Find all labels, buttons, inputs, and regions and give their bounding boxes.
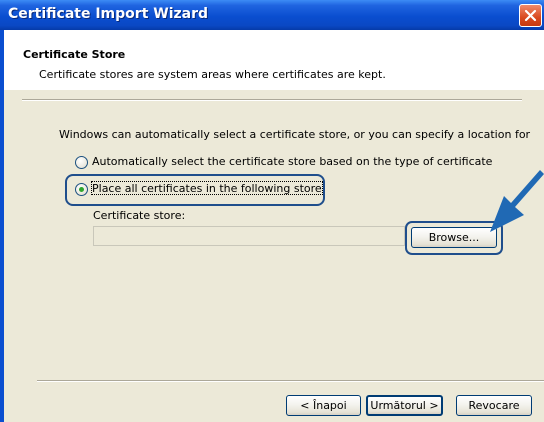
close-icon [524,9,537,22]
radio-auto-label[interactable]: Automatically select the certificate sto… [92,155,492,168]
intro-text: Windows can automatically select a certi… [59,128,531,141]
close-button[interactable] [519,4,542,27]
radio-selected-dot [79,187,84,192]
page-description: Certificate stores are system areas wher… [39,68,386,81]
window-title: Certificate Import Wizard [8,6,209,22]
certificate-store-field[interactable] [93,226,405,246]
title-bar: Certificate Import Wizard [0,0,544,30]
page-title: Certificate Store [23,48,126,61]
wizard-window: Certificate Import Wizard Certificate St… [0,0,544,422]
next-button[interactable]: Următorul > [366,395,443,416]
radio-place-label[interactable]: Place all certificates in the following … [92,182,322,195]
certificate-store-label: Certificate store: [93,209,186,222]
radio-button-place[interactable] [75,183,88,196]
arrow-icon [490,170,544,232]
header-separator [22,99,522,101]
cancel-button[interactable]: Revocare [456,395,532,416]
wizard-header: Certificate Store Certificate stores are… [4,30,544,90]
radio-button-auto[interactable] [75,156,88,169]
back-button[interactable]: < Înapoi [286,395,361,416]
footer-separator [37,380,544,382]
